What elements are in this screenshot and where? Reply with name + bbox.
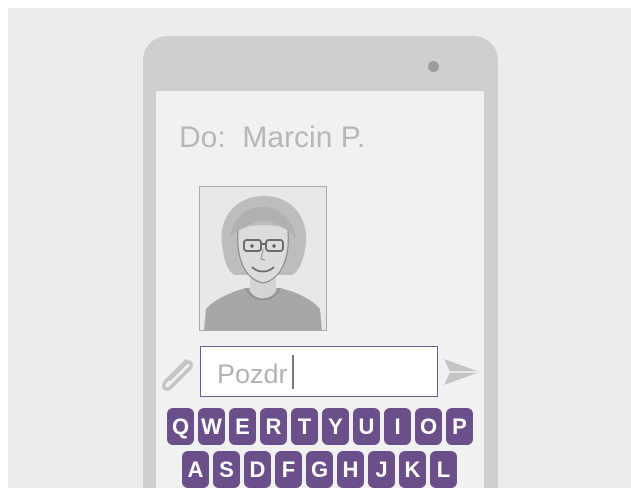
key-w[interactable]: W bbox=[198, 408, 225, 445]
key-q[interactable]: Q bbox=[167, 408, 194, 445]
key-d[interactable]: D bbox=[244, 451, 271, 488]
key-p[interactable]: P bbox=[446, 408, 473, 445]
text-cursor bbox=[291, 355, 294, 389]
recipient-label: Do: bbox=[179, 121, 226, 154]
key-o[interactable]: O bbox=[415, 408, 442, 445]
contact-portrait-drawing bbox=[200, 187, 326, 330]
key-r[interactable]: R bbox=[260, 408, 287, 445]
key-t[interactable]: T bbox=[291, 408, 318, 445]
contact-photo bbox=[199, 186, 327, 331]
key-j[interactable]: J bbox=[368, 451, 395, 488]
front-camera-icon bbox=[428, 61, 439, 72]
paperclip-icon[interactable] bbox=[156, 355, 198, 395]
key-g[interactable]: G bbox=[306, 451, 333, 488]
key-a[interactable]: A bbox=[182, 451, 209, 488]
key-y[interactable]: Y bbox=[322, 408, 349, 445]
key-u[interactable]: U bbox=[353, 408, 380, 445]
key-k[interactable]: K bbox=[399, 451, 426, 488]
illustration-canvas: Do: Marcin P. Pozdr Q W E R T Y U I O P … bbox=[0, 0, 631, 488]
key-e[interactable]: E bbox=[229, 408, 256, 445]
message-input[interactable]: Pozdr bbox=[200, 346, 438, 397]
recipient-line: Do: Marcin P. bbox=[179, 121, 365, 155]
key-h[interactable]: H bbox=[337, 451, 364, 488]
key-s[interactable]: S bbox=[213, 451, 240, 488]
send-icon[interactable] bbox=[442, 356, 482, 388]
recipient-name: Marcin P. bbox=[242, 121, 366, 154]
key-i[interactable]: I bbox=[384, 408, 411, 445]
message-input-text: Pozdr bbox=[217, 359, 288, 389]
key-l[interactable]: L bbox=[430, 451, 457, 488]
key-f[interactable]: F bbox=[275, 451, 302, 488]
